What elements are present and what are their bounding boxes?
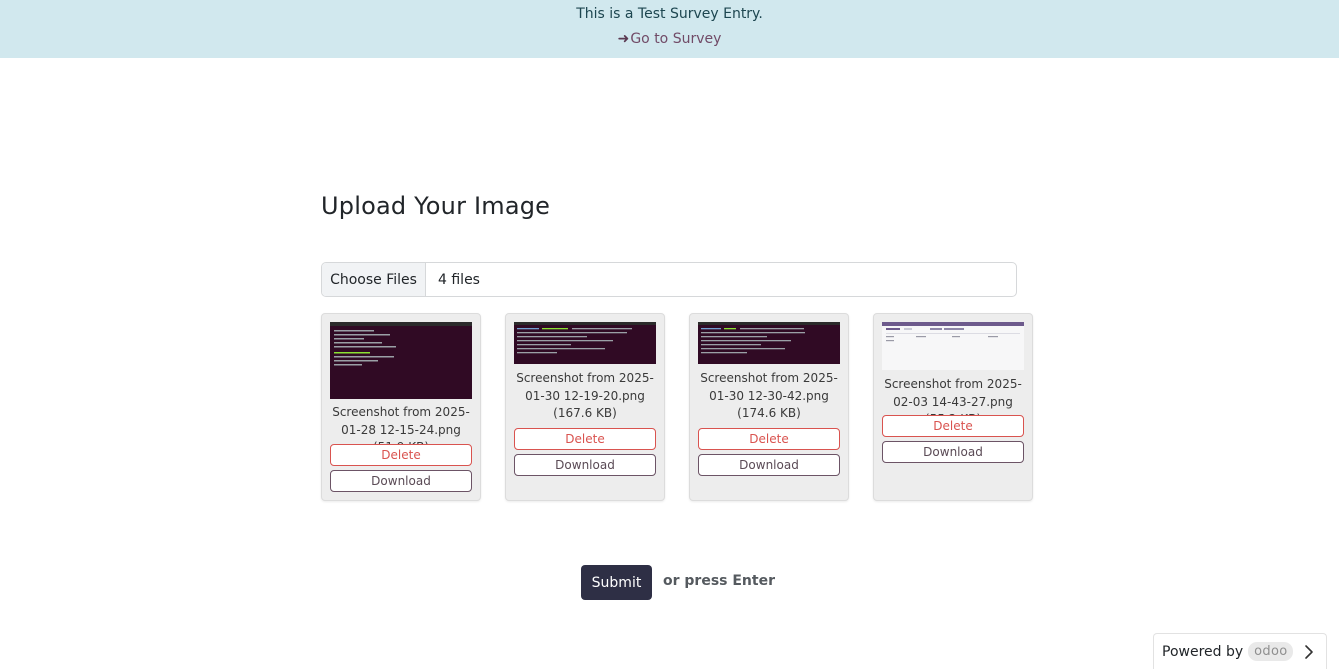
- terminal-screenshot-image: [330, 322, 472, 366]
- press-enter-hint: or press Enter: [663, 573, 775, 589]
- delete-button[interactable]: Delete: [882, 415, 1024, 437]
- go-to-survey-link[interactable]: ➜Go to Survey: [0, 31, 1339, 47]
- arrow-right-icon: ➜: [617, 31, 630, 47]
- file-caption: Screenshot from 2025-01-30 12-19-20.png …: [516, 371, 654, 420]
- delete-button[interactable]: Delete: [514, 428, 656, 450]
- file-upload-input[interactable]: Choose Files 4 files: [321, 262, 1017, 297]
- download-button[interactable]: Download: [698, 454, 840, 476]
- chevron-right-icon[interactable]: [1302, 643, 1316, 661]
- terminal-screenshot-image: [514, 322, 656, 354]
- odoo-logo[interactable]: odoo: [1248, 642, 1294, 661]
- download-button[interactable]: Download: [514, 454, 656, 476]
- file-card: Screenshot from 2025-01-28 12-15-24.png …: [321, 313, 481, 501]
- file-card: Screenshot from 2025-02-03 14-43-27.png …: [873, 313, 1033, 501]
- delete-button[interactable]: Delete: [330, 444, 472, 466]
- selected-files-count: 4 files: [438, 271, 480, 288]
- file-thumbnail: [882, 322, 1024, 370]
- submit-button[interactable]: Submit: [581, 565, 652, 600]
- terminal-screenshot-image: [698, 322, 840, 354]
- file-thumbnail: [330, 322, 472, 399]
- web-screenshot-image: [882, 322, 1024, 342]
- file-thumbnail: [514, 322, 656, 364]
- file-thumbnail: [698, 322, 840, 364]
- choose-files-button[interactable]: Choose Files: [322, 263, 426, 296]
- file-card: Screenshot from 2025-01-30 12-30-42.png …: [689, 313, 849, 501]
- go-to-survey-label: Go to Survey: [630, 31, 722, 47]
- download-button[interactable]: Download: [882, 441, 1024, 463]
- download-button[interactable]: Download: [330, 470, 472, 492]
- powered-by-label: Powered by: [1162, 643, 1244, 660]
- powered-by-footer: Powered by odoo: [1153, 633, 1327, 669]
- delete-button[interactable]: Delete: [698, 428, 840, 450]
- banner-text: This is a Test Survey Entry.: [576, 6, 763, 22]
- file-caption: Screenshot from 2025-01-30 12-30-42.png …: [700, 371, 838, 420]
- file-card: Screenshot from 2025-01-30 12-19-20.png …: [505, 313, 665, 501]
- test-entry-banner: This is a Test Survey Entry. ➜Go to Surv…: [0, 0, 1339, 58]
- question-title: Upload Your Image: [321, 192, 551, 220]
